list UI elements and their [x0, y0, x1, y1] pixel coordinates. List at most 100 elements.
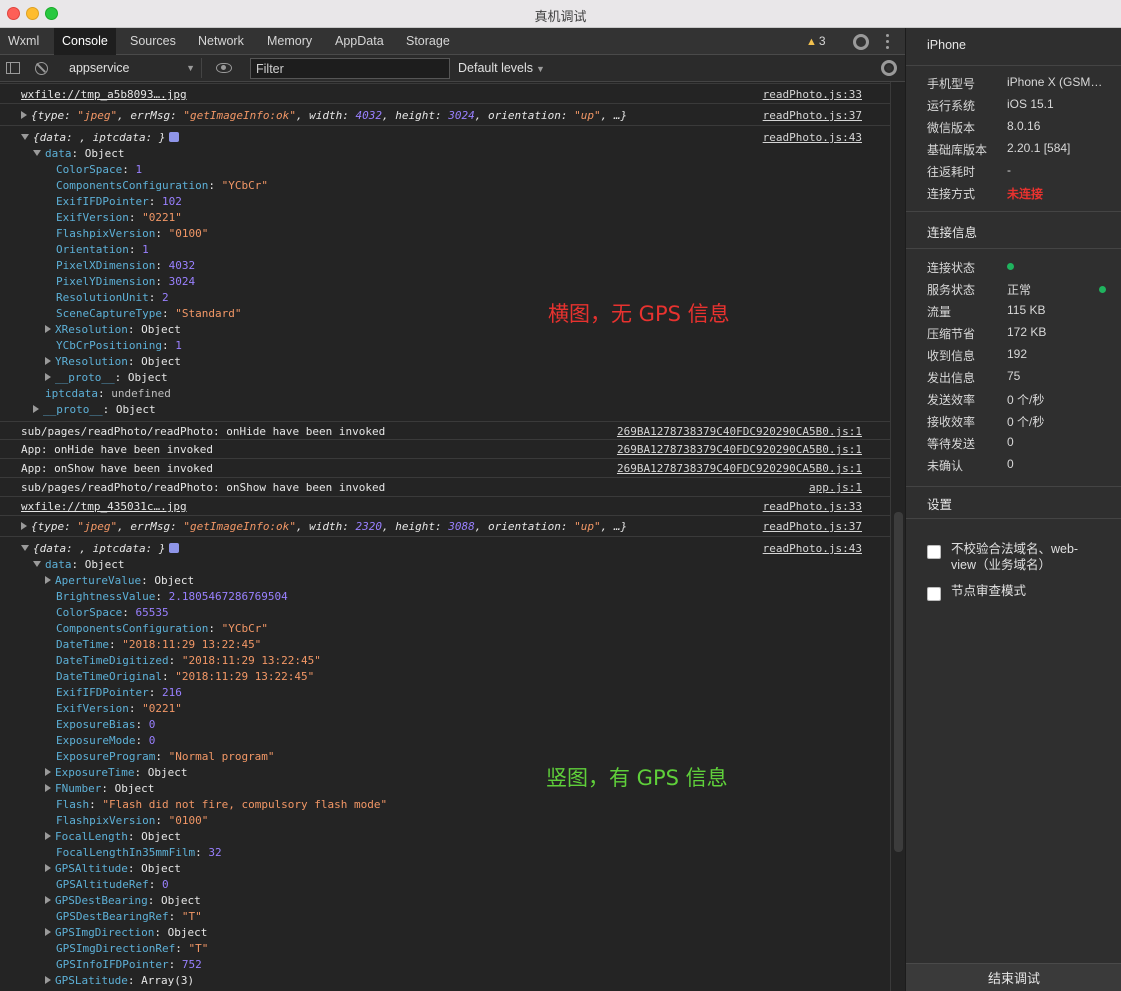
- source-link[interactable]: app.js:1: [809, 481, 862, 494]
- expand-arrow-icon[interactable]: [45, 325, 51, 333]
- live-expression-eye-icon[interactable]: [216, 63, 232, 73]
- info-value: 0 个/秒: [1007, 393, 1045, 407]
- expand-arrow-icon[interactable]: [45, 373, 51, 381]
- source-link[interactable]: readPhoto.js:33: [763, 88, 862, 101]
- console-settings-gear-icon[interactable]: [881, 60, 897, 76]
- source-link[interactable]: 269BA1278738379C40FDC920290CA5B0.js:1: [617, 462, 862, 475]
- expand-arrow-icon[interactable]: [45, 976, 51, 984]
- source-link[interactable]: 269BA1278738379C40FDC920290CA5B0.js:1: [617, 443, 862, 456]
- node-inspect-checkbox[interactable]: [927, 587, 941, 601]
- property-key: FocalLength: [55, 830, 128, 843]
- context-select[interactable]: appservice ▼: [62, 58, 202, 78]
- filter-input[interactable]: [250, 58, 450, 79]
- info-value: 未连接: [1007, 187, 1044, 201]
- property-key: ExifVersion: [56, 702, 129, 715]
- expand-arrow-icon[interactable]: [45, 864, 51, 872]
- tab-network[interactable]: Network: [190, 28, 252, 55]
- property-key: XResolution: [55, 323, 128, 336]
- tab-appdata[interactable]: AppData: [327, 28, 392, 55]
- console-object-summary[interactable]: {type: "jpeg", errMsg: "getImageInfo:ok"…: [21, 109, 627, 122]
- expand-arrow-icon[interactable]: [45, 357, 51, 365]
- property-key: GPSAltitudeRef: [56, 878, 149, 891]
- property-key: ComponentsConfiguration: [56, 622, 209, 635]
- info-label: 压缩节省: [927, 327, 976, 341]
- tab-sources[interactable]: Sources: [122, 28, 184, 55]
- property-key: FocalLengthIn35mmFilm: [56, 846, 196, 859]
- tree-property[interactable]: FNumber: Object: [45, 782, 154, 795]
- expand-arrow-icon[interactable]: [21, 111, 27, 119]
- property-value: 2: [161, 291, 169, 304]
- divider: [906, 211, 1121, 212]
- source-link[interactable]: readPhoto.js:37: [763, 109, 862, 122]
- property-value: Object: [127, 371, 168, 384]
- expand-arrow-icon[interactable]: [45, 928, 51, 936]
- property-key: ExifVersion: [56, 211, 129, 224]
- tree-property[interactable]: ApertureValue: Object: [45, 574, 194, 587]
- property-value: "2018:11:29 13:22:45": [181, 654, 321, 667]
- info-label: 手机型号: [927, 77, 976, 91]
- source-link[interactable]: readPhoto.js:33: [763, 500, 862, 513]
- source-link[interactable]: readPhoto.js:43: [763, 542, 862, 555]
- settings-gear-icon[interactable]: [853, 34, 869, 50]
- tree-root[interactable]: {data: , iptcdata: }: [21, 542, 180, 555]
- info-label: 收到信息: [927, 349, 976, 363]
- node-inspect-label[interactable]: 节点审查模式: [951, 583, 1101, 599]
- warnings-badge[interactable]: ▲ 3: [806, 28, 826, 55]
- property-value: 752: [181, 958, 202, 971]
- tree-property: GPSDestBearingRef: "T": [56, 910, 202, 923]
- tree-root[interactable]: {data: , iptcdata: }: [21, 131, 180, 144]
- tree-node-data[interactable]: data: Object: [33, 147, 124, 160]
- tree-property[interactable]: GPSDestBearing: Object: [45, 894, 201, 907]
- tree-property[interactable]: YResolution: Object: [45, 355, 181, 368]
- scrollbar-thumb[interactable]: [894, 512, 903, 852]
- log-levels-dropdown[interactable]: Default levels ▼: [458, 55, 545, 82]
- tree-property[interactable]: __proto__: Object: [45, 371, 168, 384]
- tab-console[interactable]: Console: [54, 28, 116, 55]
- tree-property[interactable]: GPSLatitude: Array(3): [45, 974, 194, 987]
- skip-domain-check-label[interactable]: 不校验合法域名、web-view（业务域名）: [951, 541, 1101, 573]
- tree-property[interactable]: GPSAltitude: Object: [45, 862, 181, 875]
- collapse-arrow-icon[interactable]: [21, 545, 29, 551]
- console-object-summary[interactable]: {type: "jpeg", errMsg: "getImageInfo:ok"…: [21, 520, 627, 533]
- tree-property[interactable]: ExposureTime: Object: [45, 766, 187, 779]
- collapse-arrow-icon[interactable]: [33, 561, 41, 567]
- collapse-arrow-icon[interactable]: [33, 150, 41, 156]
- tree-property[interactable]: XResolution: Object: [45, 323, 181, 336]
- tree-property[interactable]: GPSImgDirection: Object: [45, 926, 207, 939]
- info-label: 接收效率: [927, 415, 976, 429]
- tree-node-data[interactable]: data: Object: [33, 558, 124, 571]
- source-link[interactable]: readPhoto.js:37: [763, 520, 862, 533]
- property-value: 1: [135, 163, 143, 176]
- property-value: "Flash did not fire, compulsory flash mo…: [102, 798, 388, 811]
- tree-property[interactable]: FocalLength: Object: [45, 830, 181, 843]
- console-toolbar: appservice▼ Default levels▼: [0, 55, 905, 82]
- expand-arrow-icon[interactable]: [21, 522, 27, 530]
- console-message[interactable]: wxfile://tmp_a5b8093….jpg: [21, 88, 187, 101]
- console-message[interactable]: wxfile://tmp_435031c….jpg: [21, 500, 187, 513]
- tree-property: GPSAltitudeRef: 0: [56, 878, 169, 891]
- expand-arrow-icon[interactable]: [45, 576, 51, 584]
- collapse-arrow-icon[interactable]: [21, 134, 29, 140]
- chevron-down-icon: ▼: [536, 64, 545, 74]
- sidebar-toggle-icon[interactable]: [6, 62, 20, 74]
- skip-domain-check-checkbox[interactable]: [927, 545, 941, 559]
- expand-arrow-icon[interactable]: [45, 784, 51, 792]
- console-scrollbar[interactable]: [890, 82, 905, 991]
- property-key: ExposureMode: [56, 734, 136, 747]
- expand-arrow-icon[interactable]: [45, 768, 51, 776]
- end-debug-button[interactable]: 结束调试: [906, 963, 1121, 991]
- source-link[interactable]: readPhoto.js:43: [763, 131, 862, 144]
- more-menu-icon[interactable]: [886, 34, 890, 50]
- source-link[interactable]: 269BA1278738379C40FDC920290CA5B0.js:1: [617, 425, 862, 438]
- tab-wxml[interactable]: Wxml: [0, 28, 47, 55]
- tab-storage[interactable]: Storage: [398, 28, 458, 55]
- property-key: GPSAltitude: [55, 862, 128, 875]
- expand-arrow-icon[interactable]: [33, 405, 39, 413]
- expand-arrow-icon[interactable]: [45, 832, 51, 840]
- clear-console-icon[interactable]: [35, 62, 48, 75]
- tab-memory[interactable]: Memory: [259, 28, 320, 55]
- tree-node-proto[interactable]: __proto__: Object: [33, 403, 156, 416]
- expand-arrow-icon[interactable]: [45, 896, 51, 904]
- devtools-tabbar: Wxml Console Sources Network Memory AppD…: [0, 28, 905, 55]
- tree-property: PixelYDimension: 3024: [56, 275, 196, 288]
